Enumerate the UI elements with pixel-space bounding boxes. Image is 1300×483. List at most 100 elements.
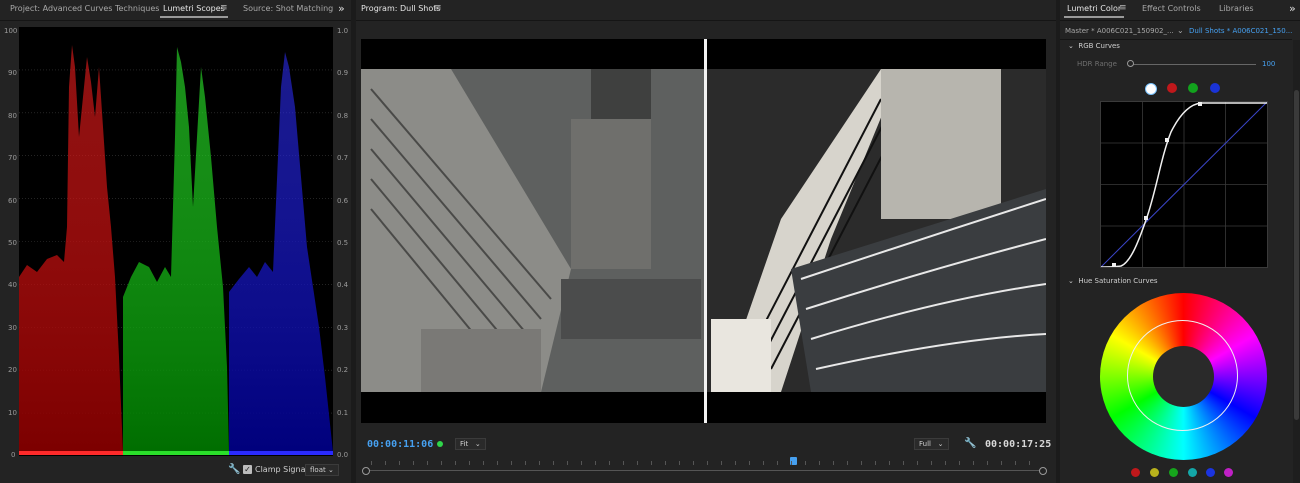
y-tick-right: 0.9 (337, 69, 349, 77)
panel-menu-icon[interactable]: ≡ (434, 3, 442, 13)
clamp-signal-checkbox[interactable]: ✓ (243, 465, 252, 474)
y-tick: 80 (8, 112, 17, 120)
channel-red-selector[interactable] (1167, 83, 1177, 93)
tab-program[interactable]: Program: Dull Shots (361, 4, 441, 13)
chevron-down-icon: ⌄ (1068, 42, 1074, 50)
active-tab-indicator (1064, 16, 1124, 18)
hue-swatch-magenta[interactable] (1224, 468, 1233, 477)
blue-baseline (229, 451, 333, 455)
left-lower-building (421, 329, 541, 392)
y-tick-right: 1.0 (337, 27, 349, 35)
chevron-down-icon: ⌄ (327, 466, 334, 474)
red-channel-trace (19, 45, 123, 452)
lumetri-scopes-panel: Project: Advanced Curves Techniques Lume… (0, 0, 351, 483)
curve-point[interactable] (1165, 138, 1169, 142)
green-channel-trace (123, 47, 229, 452)
tab-libraries[interactable]: Libraries (1219, 4, 1254, 13)
sequence-clip-label[interactable]: Dull Shots * A006C021_150... (1189, 27, 1292, 35)
out-point-handle[interactable] (1039, 467, 1047, 475)
hue-swatch-red[interactable] (1131, 468, 1140, 477)
hdr-range-slider-handle[interactable] (1127, 60, 1134, 67)
lumetri-color-panel: Lumetri Color ≡ Effect Controls Librarie… (1060, 0, 1300, 483)
in-point-handle[interactable] (362, 467, 370, 475)
hue-swatch-cyan[interactable] (1188, 468, 1197, 477)
rgb-curve-graph (1100, 101, 1268, 268)
rgb-curves-section-header[interactable]: ⌄ RGB Curves (1068, 42, 1120, 50)
panel-menu-icon[interactable]: ≡ (1119, 3, 1127, 13)
scrollbar-thumb[interactable] (1294, 90, 1299, 420)
clamp-signal-label: Clamp Signal (255, 465, 308, 474)
y-tick: 40 (8, 281, 17, 289)
rgb-parade-scope (19, 27, 333, 456)
scopes-bottom-bar: 🔧 ✓ Clamp Signal float ⌄ (0, 456, 351, 483)
resolution-value: Full (919, 440, 931, 448)
y-tick: 50 (8, 239, 17, 247)
y-tick: 70 (8, 154, 17, 162)
y-tick: 20 (8, 366, 17, 374)
hdr-range-track[interactable] (1130, 64, 1256, 65)
chevron-down-icon[interactable]: ⌄ (1177, 26, 1184, 35)
curve-point[interactable] (1112, 263, 1116, 267)
program-monitor-panel: Program: Dull Shots ≡ 00:00:11:06 Fit ⌄ … (356, 0, 1056, 483)
y-tick-right: 0.3 (337, 324, 349, 332)
y-tick: 10 (8, 409, 17, 417)
channel-luma-selector[interactable] (1145, 83, 1157, 95)
expand-panels-icon[interactable]: » (1289, 2, 1296, 15)
hue-saturation-curves-section-header[interactable]: ⌄ Hue Saturation Curves (1068, 277, 1158, 285)
hdr-range-label: HDR Range (1077, 60, 1117, 68)
tab-source-shot-matching[interactable]: Source: Shot Matching (243, 4, 333, 13)
channel-green-selector[interactable] (1188, 83, 1198, 93)
panel-menu-icon[interactable]: ≡ (220, 3, 228, 13)
lumetri-tabbar: Lumetri Color ≡ Effect Controls Librarie… (1060, 0, 1300, 21)
rgb-parade-graph (19, 45, 333, 455)
fit-dropdown[interactable]: Fit ⌄ (455, 438, 486, 450)
header-divider (1060, 39, 1292, 40)
left-rooftop (571, 119, 651, 269)
blue-channel-trace (229, 52, 333, 452)
chevron-down-icon: ⌄ (474, 440, 481, 448)
y-tick-right: 0.6 (337, 197, 349, 205)
master-clip-label[interactable]: Master * A006C021_150902_... (1065, 27, 1174, 35)
wrench-icon[interactable]: 🔧 (228, 464, 240, 475)
resolution-dropdown[interactable]: Full ⌄ (914, 438, 949, 450)
timeline-track[interactable] (365, 470, 1043, 471)
tab-project[interactable]: Project: Advanced Curves Techniques (10, 4, 159, 13)
current-timecode[interactable]: 00:00:11:06 (367, 439, 433, 450)
hue-swatch-green[interactable] (1169, 468, 1178, 477)
program-tabbar: Program: Dull Shots ≡ (356, 0, 1056, 21)
precision-dropdown[interactable]: float ⌄ (305, 464, 339, 476)
right-rooftop (881, 69, 1001, 219)
scopes-tabbar: Project: Advanced Curves Techniques Lume… (0, 0, 351, 21)
y-tick-right: 0.4 (337, 281, 349, 289)
hue-swatch-blue[interactable] (1206, 468, 1215, 477)
channel-blue-selector[interactable] (1210, 83, 1220, 93)
lumetri-scrollbar[interactable] (1293, 40, 1300, 483)
y-tick-right: 0.5 (337, 239, 349, 247)
wrench-icon[interactable]: 🔧 (964, 438, 976, 449)
hue-saturation-color-wheel[interactable] (1100, 293, 1267, 460)
tab-effect-controls[interactable]: Effect Controls (1142, 4, 1201, 13)
curve-point[interactable] (1144, 216, 1148, 220)
green-baseline (123, 451, 229, 455)
curve-point[interactable] (1198, 102, 1202, 106)
y-tick-right: 0.7 (337, 154, 349, 162)
expand-panels-icon[interactable]: » (338, 2, 345, 15)
comparison-frame (361, 39, 1046, 423)
rgb-curve-editor[interactable] (1100, 101, 1268, 268)
active-tab-indicator (160, 16, 228, 18)
y-tick: 90 (8, 69, 17, 77)
split-divider[interactable] (704, 39, 707, 423)
video-viewer[interactable] (361, 39, 1046, 423)
tab-lumetri-color[interactable]: Lumetri Color (1067, 4, 1121, 13)
hdr-range-value[interactable]: 100 (1262, 60, 1275, 68)
left-top-building (591, 69, 651, 119)
y-tick-right: 0.8 (337, 112, 349, 120)
chevron-down-icon: ⌄ (1068, 277, 1074, 285)
render-status-dot (437, 441, 443, 447)
red-baseline (19, 451, 123, 455)
tab-lumetri-scopes[interactable]: Lumetri Scopes (163, 4, 225, 13)
color-wheel-center (1153, 346, 1214, 407)
hue-swatch-yellow[interactable] (1150, 468, 1159, 477)
y-tick-right: 0.1 (337, 409, 349, 417)
rgb-curves-title: RGB Curves (1078, 42, 1120, 50)
